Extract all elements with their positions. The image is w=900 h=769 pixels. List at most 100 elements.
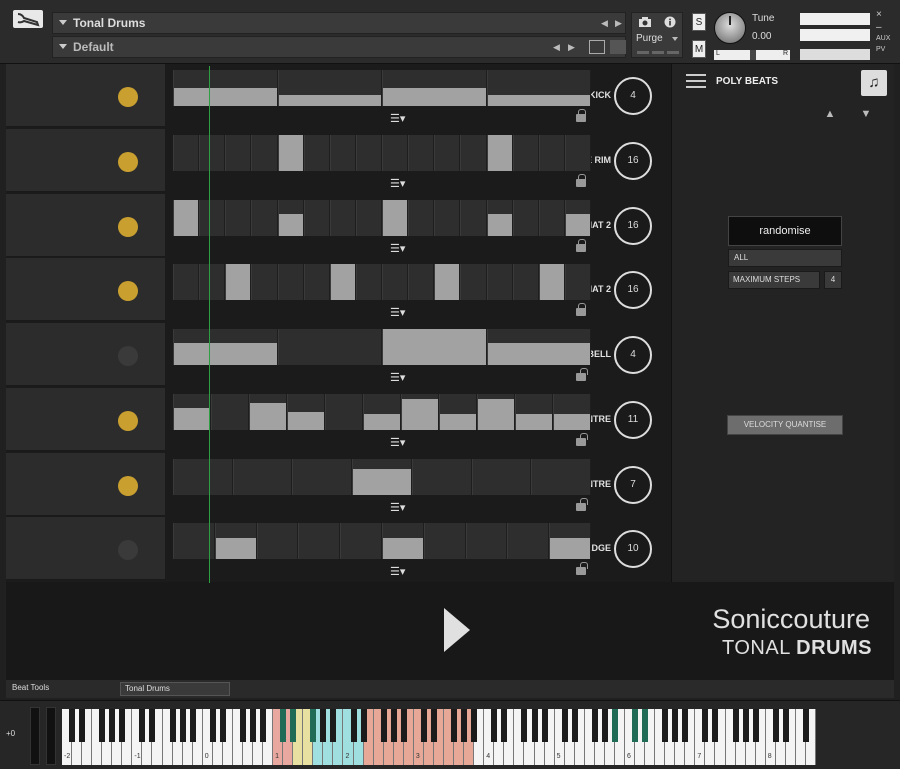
track-enable-button[interactable] (118, 216, 138, 237)
octave-label[interactable]: +0 (6, 729, 15, 738)
black-key[interactable] (571, 709, 578, 742)
step-cell[interactable] (363, 393, 401, 430)
black-key[interactable] (149, 709, 156, 742)
step-cell[interactable] (538, 264, 565, 301)
step-cell[interactable] (298, 523, 341, 560)
black-key[interactable] (611, 709, 618, 742)
step-cell[interactable] (477, 393, 515, 430)
lock-icon[interactable] (576, 173, 586, 187)
solo-button[interactable]: S (692, 13, 706, 31)
step-cell[interactable] (564, 134, 591, 171)
black-key[interactable] (179, 709, 186, 742)
step-cell[interactable] (465, 523, 508, 560)
lock-icon[interactable] (576, 238, 586, 252)
track-enable-button[interactable] (118, 151, 138, 172)
black-key[interactable] (752, 709, 759, 742)
tab-tonal-drums[interactable]: Tonal Drums (120, 682, 230, 696)
step-cell[interactable] (564, 264, 591, 301)
step-cell[interactable] (355, 134, 382, 171)
step-cell[interactable] (277, 199, 304, 236)
step-cell[interactable] (538, 134, 565, 171)
mute-button[interactable]: M (692, 40, 706, 58)
step-count-dial[interactable]: 10 (614, 530, 652, 569)
aux-label[interactable]: AUX (876, 35, 890, 42)
snapshot-bar[interactable]: Default ◀ ▶ (52, 36, 626, 58)
step-cell[interactable] (401, 393, 439, 430)
wrench-icon[interactable] (13, 10, 43, 28)
track-enable-button[interactable] (118, 475, 138, 496)
lock-icon[interactable] (576, 109, 586, 122)
black-key[interactable] (250, 709, 256, 742)
info-icon[interactable] (664, 16, 676, 28)
step-cell[interactable] (303, 134, 330, 171)
step-cell[interactable] (225, 134, 252, 171)
lock-icon[interactable] (576, 432, 588, 446)
black-key[interactable] (239, 709, 246, 742)
black-key[interactable] (732, 709, 739, 742)
mod-wheel[interactable] (46, 707, 56, 765)
step-cell[interactable] (408, 264, 435, 301)
step-cell[interactable] (471, 458, 532, 495)
step-cell[interactable] (439, 393, 477, 430)
pv-label[interactable]: PV (876, 46, 885, 53)
step-grid[interactable] (173, 134, 591, 171)
step-cell[interactable] (549, 523, 591, 560)
volume-slider[interactable] (800, 49, 870, 60)
black-key[interactable] (682, 709, 689, 742)
step-cell[interactable] (340, 523, 382, 560)
step-cell[interactable] (329, 264, 356, 301)
black-key[interactable] (461, 709, 468, 742)
step-count-dial[interactable]: 16 (614, 141, 652, 180)
pattern-menu-icon[interactable]: ☰▾ (390, 306, 405, 319)
step-cell[interactable] (225, 264, 252, 301)
lock-icon[interactable] (576, 497, 588, 511)
black-key[interactable] (420, 709, 427, 742)
black-key[interactable] (772, 709, 779, 742)
black-key[interactable] (742, 709, 749, 742)
prev-instrument-icon[interactable]: ◀ (601, 18, 608, 29)
step-cell[interactable] (382, 70, 487, 106)
black-key[interactable] (330, 709, 337, 742)
black-key[interactable] (712, 709, 719, 742)
step-cell[interactable] (531, 458, 591, 495)
black-key[interactable] (541, 709, 548, 742)
step-cell[interactable] (460, 264, 487, 301)
step-cell[interactable] (277, 264, 304, 301)
step-cell[interactable] (329, 199, 356, 236)
step-cell[interactable] (486, 70, 591, 106)
step-cell[interactable] (515, 393, 553, 430)
step-cell[interactable] (199, 199, 226, 236)
pan-handle[interactable] (750, 50, 756, 60)
step-grid[interactable] (173, 329, 591, 365)
step-cell[interactable] (256, 523, 299, 560)
step-cell[interactable] (303, 199, 330, 236)
black-key[interactable] (219, 709, 226, 742)
step-cell[interactable] (173, 199, 200, 236)
chevron-down-icon[interactable] (59, 20, 67, 25)
step-cell[interactable] (486, 264, 513, 301)
pattern-menu-icon[interactable]: ☰▾ (390, 177, 405, 190)
black-key[interactable] (69, 709, 76, 742)
step-cell[interactable] (434, 264, 461, 301)
step-cell[interactable] (507, 523, 550, 560)
black-key[interactable] (400, 709, 407, 742)
step-cell[interactable] (408, 199, 435, 236)
step-cell[interactable] (434, 134, 461, 171)
pan-slider[interactable]: L R (714, 50, 790, 60)
black-key[interactable] (802, 709, 809, 742)
step-cell[interactable] (173, 393, 211, 430)
track-enable-button[interactable] (118, 87, 138, 107)
black-key[interactable] (390, 709, 397, 742)
step-cell[interactable] (287, 393, 325, 430)
step-cell[interactable] (460, 199, 487, 236)
track-enable-button[interactable] (118, 346, 138, 366)
black-key[interactable] (109, 709, 116, 742)
black-key[interactable] (672, 709, 679, 742)
step-cell[interactable] (411, 458, 472, 495)
black-key[interactable] (280, 709, 287, 742)
black-key[interactable] (320, 709, 327, 742)
black-key[interactable] (209, 709, 216, 742)
black-key[interactable] (662, 709, 669, 742)
black-key[interactable] (290, 709, 297, 742)
black-key[interactable] (139, 709, 146, 742)
